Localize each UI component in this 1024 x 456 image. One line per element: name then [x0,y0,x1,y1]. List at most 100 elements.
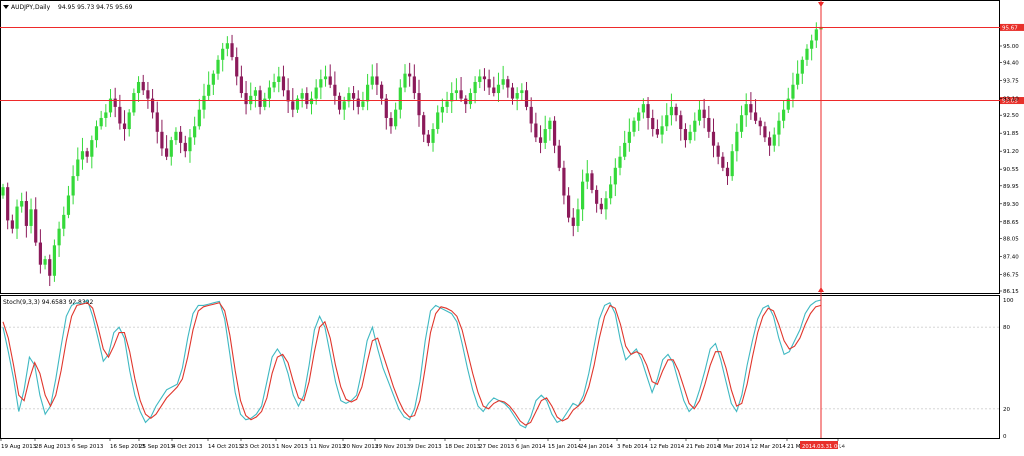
candle-body [721,156,725,168]
candle-body [805,48,809,60]
candle-body [398,87,402,110]
candle-body [515,93,519,99]
candle-body [627,131,631,143]
price-pane-frame [0,0,1000,294]
cursor-top-marker-icon [818,2,824,7]
candle-body [197,109,201,127]
candle-body [127,112,131,130]
candle-body [796,73,800,85]
candle-body [305,93,309,105]
candle-body [744,104,748,116]
candle-body [113,98,117,107]
time-axis-tick-label: 3 Mar 2014 [718,444,750,450]
cursor-time-tag-label: 2014.03.31 00:00 [802,444,850,450]
candle-body [417,93,421,116]
candle-body [118,106,122,124]
triangle-down-icon[interactable] [3,5,9,9]
candle-body [337,95,342,110]
candle-body [375,76,379,85]
candle-body [370,76,374,85]
candle-body [300,93,304,99]
time-axis-tick-label: 9 Dec 2013 [410,444,442,450]
candle-body [291,101,295,110]
candle-body [328,76,332,85]
price-header: AUDJPY,Daily 94.95 95.73 94.75 95.69 [3,4,133,11]
candle-body [71,176,75,196]
price-axis-tick-label: 87.40 [1003,254,1019,260]
stoch-axis-tick-label: 20 [1003,407,1010,413]
candle-body [501,79,505,85]
candle-body [473,81,477,94]
chart-canvas[interactable]: AUDJPY,Daily 94.95 95.73 94.75 95.69 Sto… [0,0,1024,452]
candle-body [767,137,772,146]
price-axis-tick-label: 88.65 [1003,220,1019,226]
candle-body [351,93,356,99]
candle-body [772,134,776,146]
candle-body [725,167,730,177]
candle-body [436,112,440,130]
candle-body [758,120,762,127]
candle-body [99,117,103,127]
candle-body [34,209,38,243]
candle-body [735,131,739,152]
candle-body [623,142,627,157]
candle-body [641,104,645,113]
candle-body [384,98,388,118]
candle-body [693,120,697,132]
candle-body [225,43,229,49]
candle-body [492,87,496,94]
time-axis-tick-label: 1 Nov 2013 [276,444,308,450]
trading-chart-window[interactable]: AUDJPY,Daily 94.95 95.73 94.75 95.69 Sto… [0,0,1024,452]
time-axis-tick-label: 18 Dec 2013 [445,444,481,450]
candle-body [66,195,71,215]
candle-body [235,57,239,77]
candle-body [29,209,33,226]
candle-body [422,115,426,135]
candle-body [188,137,192,152]
candle-body [90,140,94,157]
candle-body [412,76,416,94]
candle-body [6,187,10,221]
candle-body [136,81,141,94]
candle-body [810,40,814,49]
candle-body [571,217,575,226]
time-axis-tick-label: 19 Aug 2013 [1,444,37,450]
symbol-label: AUDJPY,Daily [11,4,51,11]
candle-body [557,145,561,168]
candle-body [10,220,14,229]
candle-body [216,59,220,74]
price-axis-tick-label: 93.10 [1003,97,1019,103]
candle-body [613,167,617,185]
time-axis-tick-label: 23 Oct 2013 [241,444,276,450]
candle-body [468,93,473,105]
candle-body [211,73,215,85]
candle-body [669,106,674,116]
time-axis-tick-label: 20 Nov 2013 [343,444,379,450]
candle-body [38,242,42,265]
candle-body [548,120,552,130]
stoch-axis-tick-label: 100 [1003,298,1014,304]
time-axis-tick-label: 6 Sep 2013 [72,444,104,450]
candle-body [585,173,589,182]
candle-body [538,137,543,143]
candle-body [716,145,720,157]
time-axis-tick-label: 27 Dec 2013 [479,444,515,450]
candle-body [394,109,398,127]
time-axis-tick-label: 4 Oct 2013 [172,444,203,450]
candle-body [333,84,337,96]
candle-body [534,123,538,138]
candle-body [365,84,370,102]
candle-body [24,201,28,226]
candle-body [193,126,197,138]
price-axis-tick-label: 93.75 [1003,79,1019,85]
candle-body [562,167,566,196]
time-axis-tick-label: 25 Sep 2013 [139,444,174,450]
time-axis-tick-label: 12 Mar 2014 [751,444,786,450]
price-axis-tick-label: 92.50 [1003,113,1019,119]
candle-body [267,87,272,99]
time-axis-tick-label: 3 Feb 2014 [617,444,648,450]
price-axis-tick-label: 95.00 [1003,44,1019,50]
candle-body [85,151,89,157]
candle-body [202,95,206,110]
candle-body [552,120,557,146]
